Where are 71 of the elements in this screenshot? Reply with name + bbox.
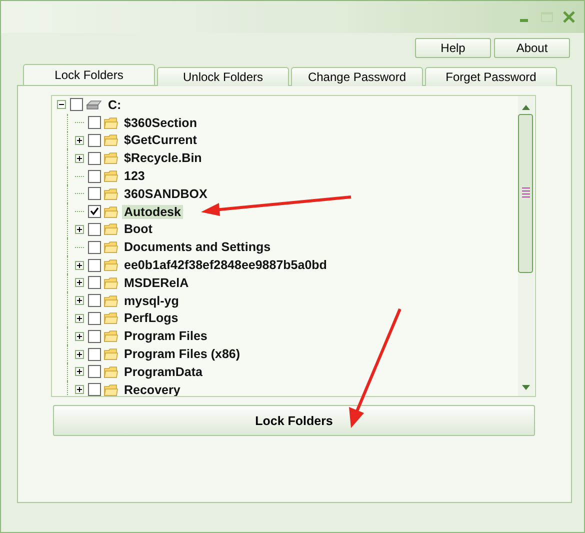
folder-icon [104, 330, 118, 342]
expand-icon[interactable] [75, 136, 84, 145]
tree-item[interactable]: $Recycle.Bin [122, 151, 204, 166]
tree-item[interactable]: Documents and Settings [122, 240, 273, 254]
folder-icon [104, 134, 118, 146]
checkbox[interactable] [70, 98, 83, 112]
folder-icon [104, 312, 118, 324]
checkbox[interactable] [88, 134, 101, 147]
folder-icon [104, 348, 118, 360]
folder-icon [104, 366, 118, 378]
tree-item[interactable]: $GetCurrent [122, 133, 199, 148]
folder-icon [104, 152, 118, 164]
folder-icon [104, 116, 118, 129]
folder-icon [104, 223, 118, 236]
folder-icon [104, 259, 118, 272]
expand-icon[interactable] [75, 385, 84, 394]
checkbox[interactable] [88, 348, 101, 361]
tree-item[interactable]: 360SANDBOX [122, 186, 210, 201]
tree-item[interactable]: ee0b1af42f38ef2848ee9887b5a0bd [122, 258, 329, 272]
tree-item[interactable]: 123 [122, 169, 147, 184]
drive-icon [86, 100, 102, 110]
folder-icon [104, 206, 118, 218]
expand-icon[interactable] [75, 278, 84, 288]
tab[interactable]: Lock Folders [23, 64, 155, 85]
checkbox[interactable] [88, 383, 101, 396]
tree-item[interactable]: mysql-yg [122, 294, 181, 308]
expand-icon[interactable] [75, 332, 84, 341]
checkbox[interactable] [88, 152, 101, 165]
checkbox[interactable] [88, 240, 101, 254]
tab[interactable]: Change Password [291, 67, 423, 86]
collapse-icon[interactable] [57, 100, 66, 110]
tree-item[interactable]: Recovery [122, 382, 182, 396]
folder-icon [104, 170, 118, 182]
tree-item[interactable]: PerfLogs [122, 311, 180, 326]
tree-item[interactable]: Boot [122, 222, 154, 236]
lock-folders-button[interactable]: Lock Folders [53, 405, 535, 436]
checkbox[interactable] [88, 187, 101, 200]
checkbox[interactable] [88, 205, 101, 218]
checkbox[interactable] [88, 276, 101, 290]
checkbox[interactable] [88, 294, 101, 308]
scrollbar[interactable] [518, 96, 534, 396]
checkbox[interactable] [88, 170, 101, 183]
tree-item[interactable]: $360Section [122, 116, 199, 130]
folder-icon [104, 241, 118, 254]
tab[interactable]: Unlock Folders [157, 67, 289, 86]
toolbar-button[interactable]: About [494, 38, 570, 58]
checkbox[interactable] [88, 116, 101, 130]
checkbox[interactable] [88, 365, 101, 378]
tree-item[interactable]: MSDERelA [122, 276, 191, 290]
checkbox[interactable] [88, 258, 101, 272]
expand-icon[interactable] [75, 367, 84, 376]
expand-icon[interactable] [75, 350, 84, 359]
toolbar-button[interactable]: Help [415, 38, 491, 58]
folder-icon [104, 276, 118, 289]
expand-icon[interactable] [75, 224, 84, 234]
folder-icon [104, 384, 118, 396]
tab[interactable]: Forget Password [425, 67, 557, 86]
tree-item[interactable]: Program Files (x86) [122, 347, 242, 362]
expand-icon[interactable] [75, 296, 84, 306]
tree-item[interactable]: ProgramData [122, 364, 204, 379]
expand-icon[interactable] [75, 260, 84, 270]
tree-item[interactable]: Program Files [122, 329, 210, 344]
tree-item[interactable]: C: [106, 98, 124, 112]
folder-icon [104, 294, 118, 307]
checkbox[interactable] [88, 312, 101, 325]
expand-icon[interactable] [75, 314, 84, 323]
folder-icon [104, 188, 118, 200]
checkbox[interactable] [88, 222, 101, 236]
checkbox[interactable] [88, 330, 101, 343]
tree-item[interactable]: Autodesk [122, 204, 183, 219]
expand-icon[interactable] [75, 154, 84, 163]
